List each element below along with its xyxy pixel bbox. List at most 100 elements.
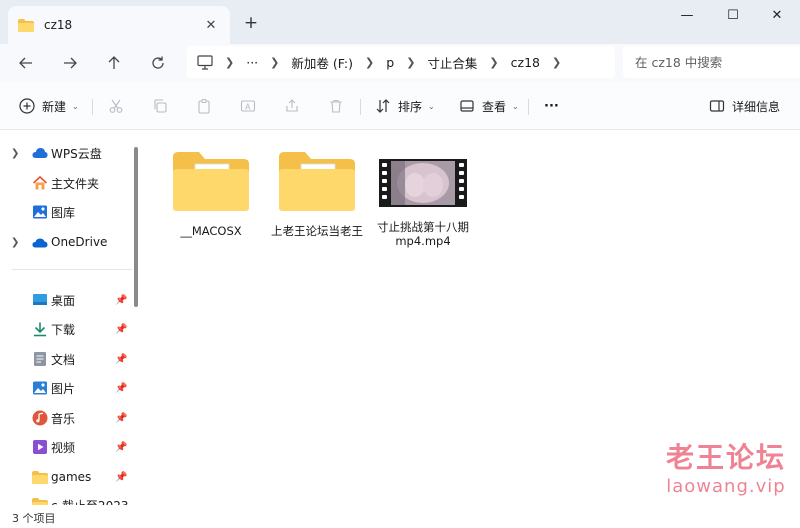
sidebar-item-games[interactable]: games 📌 [0,463,132,491]
sidebar-item-home[interactable]: 主文件夹 [0,169,132,197]
path-segment-current[interactable]: cz18 [511,55,540,70]
sidebar-item-label: 图库 [51,205,76,220]
view-button[interactable]: 查看 ⌄ [458,92,519,120]
pictures-icon [32,380,48,396]
sidebar-item-music[interactable]: 音乐 📌 [0,404,132,432]
folder-icon [277,149,357,216]
chevron-right-icon[interactable]: ❯ [552,56,561,69]
sidebar-item-wps-cloud[interactable]: ❯ WPS云盘 [0,139,132,167]
address-path[interactable]: ❯ ··· ❯ 新加卷 (F:) ❯ p ❯ 寸止合集 ❯ cz18 ❯ [187,46,615,78]
back-button[interactable] [13,50,39,76]
minimize-button[interactable]: — [664,0,710,30]
sidebar-divider [12,269,132,270]
up-button[interactable] [101,50,127,76]
video-thumbnail-icon [379,153,467,216]
sidebar-item-label: 图片 [51,381,76,396]
chevron-right-icon[interactable]: ❯ [270,56,279,69]
new-button[interactable]: 新建 ⌄ [18,92,79,120]
forward-button[interactable] [57,50,83,76]
tab-cz18[interactable]: cz18 ✕ [8,6,230,44]
paste-icon[interactable] [194,96,214,116]
toolbar-divider [528,99,529,115]
chevron-right-icon[interactable]: ❯ [11,237,19,248]
tab-title: cz18 [44,18,73,32]
plus-circle-icon [18,97,36,115]
view-label: 查看 [482,99,507,114]
pin-icon[interactable]: 📌 [115,413,127,424]
sidebar-item-documents[interactable]: 文档 📌 [0,345,132,373]
sidebar-item-gallery[interactable]: 图库 [0,198,132,226]
file-list-view[interactable]: __MACOSX 上老王论坛当老王 寸止挑战第十八期mp4.mp4 老王论坛 l… [146,131,800,505]
chevron-right-icon[interactable]: ❯ [11,148,19,159]
command-bar: 新建 ⌄ A 排序 ⌄ 查看 ⌄ ··· 详细信息 [0,82,800,130]
chevron-right-icon[interactable]: ❯ [406,56,415,69]
music-icon [32,410,48,426]
sidebar-item-folder-partial[interactable]: c-截止至2023 [0,492,132,505]
title-bar: cz18 ✕ + — ☐ ✕ [0,0,800,44]
sort-button[interactable]: 排序 ⌄ [374,92,435,120]
maximize-button[interactable]: ☐ [710,0,756,30]
sidebar-item-label: WPS云盘 [51,146,102,161]
path-segment-p[interactable]: p [386,55,394,70]
pin-icon[interactable]: 📌 [115,324,127,335]
chevron-right-icon[interactable]: ❯ [225,56,234,69]
sidebar-item-onedrive[interactable]: ❯ OneDrive [0,228,132,256]
pin-icon[interactable]: 📌 [115,295,127,306]
close-button[interactable]: ✕ [754,0,800,30]
sidebar-item-desktop[interactable]: 桌面 📌 [0,286,132,314]
arrow-left-icon [19,57,32,69]
address-bar: ❯ ··· ❯ 新加卷 (F:) ❯ p ❯ 寸止合集 ❯ cz18 ❯ [0,44,800,82]
pin-icon[interactable]: 📌 [115,442,127,453]
new-label: 新建 [42,99,67,114]
video-icon [32,439,48,455]
sidebar-scrollbar[interactable] [134,147,138,307]
onedrive-icon [32,234,48,250]
refresh-button[interactable] [145,50,171,76]
chevron-right-icon[interactable]: ❯ [365,56,374,69]
path-segment-drive[interactable]: 新加卷 (F:) [291,53,353,72]
sidebar-item-label: 下载 [51,322,76,337]
file-item-video[interactable]: 寸止挑战第十八期mp4.mp4 [375,153,471,248]
chevron-right-icon[interactable]: ❯ [489,56,498,69]
pin-icon[interactable]: 📌 [115,472,127,483]
sidebar-item-label: 主文件夹 [51,176,100,191]
sidebar-item-label: OneDrive [51,235,108,249]
navigation-pane: ❯ WPS云盘 主文件夹 图库 ❯ OneDrive 桌面 📌 下载 📌 文档 … [0,131,146,505]
path-ellipsis[interactable]: ··· [246,55,258,70]
arrow-up-icon [108,56,120,69]
folder-icon [18,19,34,32]
document-icon [32,351,48,367]
cut-icon[interactable] [106,96,126,116]
sidebar-item-label: c-截止至2023 [51,497,128,505]
copy-icon[interactable] [150,96,170,116]
rename-icon[interactable]: A [238,96,258,116]
sidebar-item-pictures[interactable]: 图片 📌 [0,374,132,402]
new-tab-button[interactable]: + [242,13,260,33]
tab-close-button[interactable]: ✕ [202,16,220,34]
file-item-folder[interactable]: __MACOSX [163,149,259,238]
delete-icon[interactable] [326,96,346,116]
sidebar-item-label: 音乐 [51,411,76,426]
desktop-icon [32,292,48,308]
details-label: 详细信息 [732,99,781,114]
more-options-button[interactable]: ··· [544,92,559,120]
download-icon [32,321,48,337]
file-item-folder[interactable]: 上老王论坛当老王 [269,149,365,238]
path-segment-collection[interactable]: 寸止合集 [427,53,477,72]
pin-icon[interactable]: 📌 [115,354,127,365]
toolbar-divider [360,99,361,115]
watermark-logo: 老王论坛 laowang.vip [666,436,786,497]
search-box[interactable] [623,46,800,78]
folder-icon [32,496,48,505]
search-input[interactable] [635,54,785,70]
sort-label: 排序 [398,99,423,114]
folder-icon [32,469,48,485]
details-button[interactable]: 详细信息 [708,92,780,120]
arrow-right-icon [64,57,77,69]
share-icon[interactable] [282,96,302,116]
computer-icon[interactable] [197,54,213,70]
pin-icon[interactable]: 📌 [115,383,127,394]
sidebar-item-downloads[interactable]: 下载 📌 [0,315,132,343]
sidebar-item-videos[interactable]: 视频 📌 [0,433,132,461]
chevron-down-icon: ⌄ [512,101,519,111]
